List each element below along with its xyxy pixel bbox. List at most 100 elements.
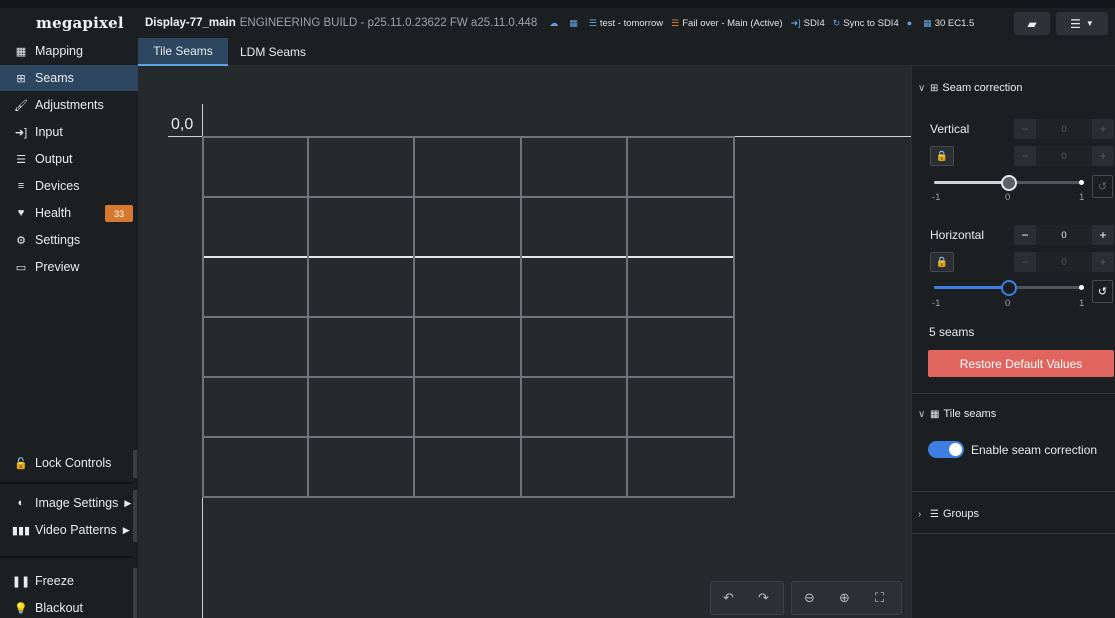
vertical-locked-stepper[interactable]: − 0 + [1014, 146, 1114, 166]
lock-controls-button[interactable]: 🔓 Lock Controls [0, 450, 138, 476]
tile-seam-line[interactable] [626, 136, 628, 498]
horizontal-slider[interactable] [934, 280, 1084, 296]
seam-correction-header[interactable]: ∨ ⊞ Seam correction [918, 78, 1022, 98]
horizontal-reset-button[interactable]: ↺ [1092, 280, 1113, 303]
cloud-icon: ☁ [549, 17, 559, 28]
decrement-button[interactable]: − [1014, 146, 1036, 166]
increment-button[interactable]: + [1092, 146, 1114, 166]
fit-screen-button[interactable]: ⛶ [862, 582, 897, 614]
tab-bar: Tile Seams LDM Seams [138, 38, 1115, 66]
horizontal-locked-value[interactable]: 0 [1036, 252, 1092, 272]
divider [133, 568, 137, 618]
sidebar-item-input[interactable]: ➜] Input [0, 119, 138, 145]
sidebar-item-devices[interactable]: ≡ Devices [0, 173, 138, 199]
tab-tile-seams[interactable]: Tile Seams [138, 38, 228, 66]
tile-seams-header[interactable]: ∨ ▦ Tile seams [918, 404, 996, 424]
slider-knob[interactable] [1001, 280, 1017, 296]
tile-seam-line[interactable] [202, 136, 735, 138]
tile-seam-line[interactable] [202, 136, 204, 498]
calendar-status[interactable]: ▦ [569, 18, 581, 29]
decrement-button[interactable]: − [1014, 119, 1036, 139]
schedule-status[interactable]: ☰ test - tomorrow [589, 18, 663, 29]
sidebar-item-preview[interactable]: ▭ Preview [0, 254, 138, 280]
lock-icon: 🔒 [935, 256, 949, 268]
decrement-button[interactable]: − [1014, 252, 1036, 272]
vertical-locked-value[interactable]: 0 [1036, 146, 1092, 166]
reset-icon: ↺ [1097, 286, 1108, 298]
tab-ldm-seams[interactable]: LDM Seams [228, 38, 318, 66]
tile-seam-line-selected[interactable] [202, 256, 735, 258]
slider-knob[interactable] [1001, 175, 1017, 191]
tile-seam-line[interactable] [202, 376, 735, 378]
seam-canvas[interactable]: 0,0 ↶ ↷ ⊖ ⊕ ⛶ [138, 66, 911, 618]
tile-seam-line[interactable] [202, 436, 735, 438]
tile-seam-line[interactable] [202, 196, 735, 198]
groups-header[interactable]: › ☰ Groups [918, 504, 979, 524]
sidebar-item-adjustments[interactable]: 🖌 Adjustments [0, 92, 138, 118]
tile-seam-line[interactable] [202, 316, 735, 318]
bars-icon: ▮▮▮ [11, 524, 31, 537]
sidebar-item-seams[interactable]: ⊞ Seams [0, 65, 138, 91]
sidebar: megapixel ▦ Mapping ⊞ Seams 🖌 Adjustment… [0, 8, 138, 618]
blackout-button[interactable]: 💡 Blackout [0, 595, 138, 618]
sidebar-item-health[interactable]: ♥ Health 33 [0, 200, 138, 226]
freeze-label: Freeze [35, 574, 74, 588]
chevron-right-icon: ▶ [124, 497, 132, 508]
restore-defaults-button[interactable]: Restore Default Values [928, 350, 1114, 377]
chevron-down-icon: ▼ [1085, 19, 1094, 28]
divider [912, 393, 1115, 394]
tile-seam-line[interactable] [413, 136, 415, 498]
increment-button[interactable]: + [1092, 225, 1114, 245]
tick-mid: 0 [1005, 192, 1011, 203]
sync-text: Sync to SDI4 [843, 17, 899, 29]
vertical-stepper[interactable]: − 0 + [1014, 119, 1114, 139]
sliders-icon: ☰ [16, 153, 26, 166]
sidebar-item-label: Mapping [35, 44, 83, 58]
horizontal-lock-button[interactable]: 🔒 [930, 252, 954, 272]
sync-status[interactable]: ↻ Sync to SDI4 [833, 18, 899, 29]
tick-min: -1 [932, 192, 941, 203]
decrement-button[interactable]: − [1014, 225, 1036, 245]
input-status[interactable]: ➜] SDI4 [791, 18, 825, 29]
heart-pulse-icon: ♥ [17, 207, 25, 219]
input-icon: ➜] [14, 126, 28, 139]
sidebar-item-mapping[interactable]: ▦ Mapping [0, 38, 138, 64]
cloud-status[interactable]: ☁ [549, 18, 561, 29]
failover-icon: ☰ [671, 17, 680, 28]
freeze-button[interactable]: ❚❚ Freeze [0, 568, 138, 594]
clock-status[interactable]: ● [907, 18, 915, 28]
image-settings-menu[interactable]: ◐ Image Settings ▶ [0, 490, 138, 516]
chat-button[interactable]: ▰ [1014, 12, 1050, 35]
sidebar-item-settings[interactable]: ⚙ Settings [0, 227, 138, 253]
increment-button[interactable]: + [1092, 119, 1114, 139]
horizontal-label: Horizontal [930, 228, 985, 242]
horizontal-locked-stepper[interactable]: − 0 + [1014, 252, 1114, 272]
horizontal-value[interactable]: 0 [1036, 225, 1092, 245]
tile-seam-line[interactable] [307, 136, 309, 498]
vertical-reset-button[interactable]: ↺ [1092, 175, 1113, 198]
tile-seam-line[interactable] [733, 136, 735, 498]
tile-seam-line[interactable] [202, 496, 735, 498]
database-menu-button[interactable]: ☰ ▼ [1056, 12, 1108, 35]
vertical-value[interactable]: 0 [1036, 119, 1092, 139]
vertical-slider[interactable] [934, 175, 1084, 191]
chevron-right-icon: ▶ [122, 524, 130, 535]
horizontal-stepper[interactable]: − 0 + [1014, 225, 1114, 245]
section-title: Groups [942, 508, 980, 520]
tile-seam-line[interactable] [520, 136, 522, 498]
display-name[interactable]: Display-77_main [145, 17, 236, 29]
sidebar-item-output[interactable]: ☰ Output [0, 146, 138, 172]
vertical-lock-button[interactable]: 🔒 [930, 146, 954, 166]
undo-button[interactable]: ↶ [711, 582, 746, 614]
schedule-text: test - tomorrow [599, 17, 664, 29]
redo-button[interactable]: ↷ [746, 582, 781, 614]
video-patterns-menu[interactable]: ▮▮▮ Video Patterns ▶ [0, 517, 138, 543]
enable-seam-correction-toggle[interactable] [928, 441, 964, 458]
failover-status[interactable]: ☰ Fail over - Main (Active) [671, 18, 782, 29]
zoom-out-button[interactable]: ⊖ [792, 582, 827, 614]
seams-count: 5 seams [929, 325, 975, 339]
origin-underline [168, 136, 204, 137]
increment-button[interactable]: + [1092, 252, 1114, 272]
zoom-in-button[interactable]: ⊕ [827, 582, 862, 614]
framerate-status[interactable]: ▦ 30 EC1.5 [923, 18, 974, 29]
